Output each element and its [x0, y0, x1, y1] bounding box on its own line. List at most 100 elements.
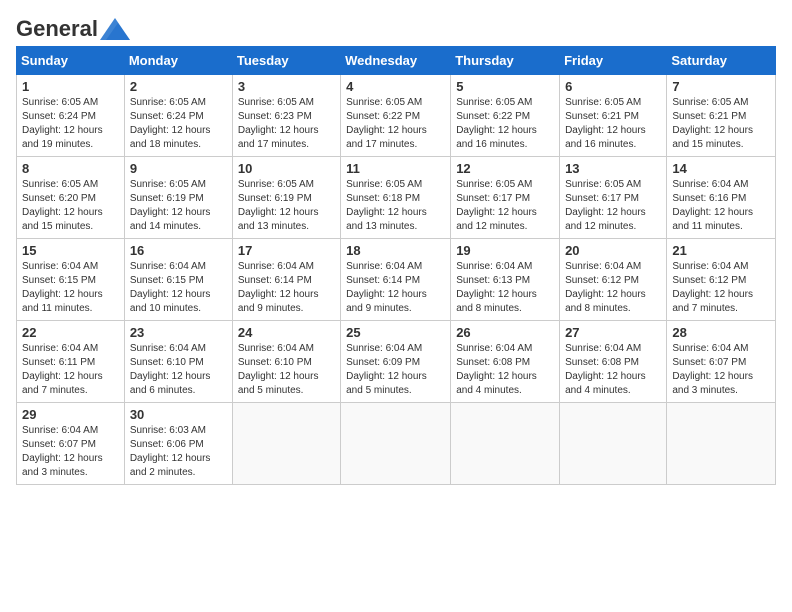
calendar-cell: 4 Sunrise: 6:05 AMSunset: 6:22 PMDayligh… — [341, 75, 451, 157]
day-number: 16 — [130, 243, 227, 258]
day-info: Sunrise: 6:04 AMSunset: 6:10 PMDaylight:… — [130, 343, 211, 396]
day-info: Sunrise: 6:04 AMSunset: 6:08 PMDaylight:… — [565, 343, 646, 396]
day-number: 2 — [130, 79, 227, 94]
day-number: 19 — [456, 243, 554, 258]
calendar-cell: 6 Sunrise: 6:05 AMSunset: 6:21 PMDayligh… — [560, 75, 667, 157]
day-number: 21 — [672, 243, 770, 258]
day-info: Sunrise: 6:05 AMSunset: 6:21 PMDaylight:… — [672, 97, 753, 150]
day-number: 28 — [672, 325, 770, 340]
day-number: 24 — [238, 325, 335, 340]
weekday-header: Tuesday — [232, 47, 340, 75]
day-number: 22 — [22, 325, 119, 340]
day-info: Sunrise: 6:05 AMSunset: 6:24 PMDaylight:… — [22, 97, 103, 150]
weekday-header: Friday — [560, 47, 667, 75]
day-info: Sunrise: 6:03 AMSunset: 6:06 PMDaylight:… — [130, 425, 211, 478]
day-number: 11 — [346, 161, 445, 176]
calendar-header: SundayMondayTuesdayWednesdayThursdayFrid… — [17, 47, 776, 75]
weekday-header: Monday — [124, 47, 232, 75]
day-number: 25 — [346, 325, 445, 340]
day-info: Sunrise: 6:04 AMSunset: 6:13 PMDaylight:… — [456, 261, 537, 314]
day-info: Sunrise: 6:04 AMSunset: 6:11 PMDaylight:… — [22, 343, 103, 396]
day-info: Sunrise: 6:05 AMSunset: 6:23 PMDaylight:… — [238, 97, 319, 150]
day-info: Sunrise: 6:04 AMSunset: 6:15 PMDaylight:… — [130, 261, 211, 314]
calendar-cell: 2 Sunrise: 6:05 AMSunset: 6:24 PMDayligh… — [124, 75, 232, 157]
calendar-cell: 11 Sunrise: 6:05 AMSunset: 6:18 PMDaylig… — [341, 157, 451, 239]
day-info: Sunrise: 6:05 AMSunset: 6:19 PMDaylight:… — [130, 179, 211, 232]
day-number: 7 — [672, 79, 770, 94]
calendar-cell — [341, 403, 451, 485]
logo-general: General — [16, 16, 98, 42]
day-number: 18 — [346, 243, 445, 258]
calendar-cell: 21 Sunrise: 6:04 AMSunset: 6:12 PMDaylig… — [667, 239, 776, 321]
day-number: 17 — [238, 243, 335, 258]
day-number: 29 — [22, 407, 119, 422]
calendar-cell: 28 Sunrise: 6:04 AMSunset: 6:07 PMDaylig… — [667, 321, 776, 403]
day-number: 12 — [456, 161, 554, 176]
day-info: Sunrise: 6:05 AMSunset: 6:24 PMDaylight:… — [130, 97, 211, 150]
calendar-cell — [451, 403, 560, 485]
calendar-cell: 27 Sunrise: 6:04 AMSunset: 6:08 PMDaylig… — [560, 321, 667, 403]
day-number: 4 — [346, 79, 445, 94]
day-number: 20 — [565, 243, 661, 258]
calendar-cell — [560, 403, 667, 485]
day-info: Sunrise: 6:04 AMSunset: 6:15 PMDaylight:… — [22, 261, 103, 314]
calendar-cell: 24 Sunrise: 6:04 AMSunset: 6:10 PMDaylig… — [232, 321, 340, 403]
calendar-cell: 10 Sunrise: 6:05 AMSunset: 6:19 PMDaylig… — [232, 157, 340, 239]
calendar-cell: 3 Sunrise: 6:05 AMSunset: 6:23 PMDayligh… — [232, 75, 340, 157]
logo-icon — [100, 18, 130, 40]
day-info: Sunrise: 6:05 AMSunset: 6:18 PMDaylight:… — [346, 179, 427, 232]
calendar-cell: 25 Sunrise: 6:04 AMSunset: 6:09 PMDaylig… — [341, 321, 451, 403]
day-info: Sunrise: 6:05 AMSunset: 6:21 PMDaylight:… — [565, 97, 646, 150]
day-number: 1 — [22, 79, 119, 94]
day-number: 26 — [456, 325, 554, 340]
day-number: 5 — [456, 79, 554, 94]
day-info: Sunrise: 6:04 AMSunset: 6:08 PMDaylight:… — [456, 343, 537, 396]
calendar-cell: 20 Sunrise: 6:04 AMSunset: 6:12 PMDaylig… — [560, 239, 667, 321]
weekday-header: Wednesday — [341, 47, 451, 75]
day-info: Sunrise: 6:04 AMSunset: 6:12 PMDaylight:… — [565, 261, 646, 314]
day-info: Sunrise: 6:04 AMSunset: 6:09 PMDaylight:… — [346, 343, 427, 396]
calendar-cell — [232, 403, 340, 485]
day-number: 13 — [565, 161, 661, 176]
calendar-cell: 13 Sunrise: 6:05 AMSunset: 6:17 PMDaylig… — [560, 157, 667, 239]
calendar-cell: 1 Sunrise: 6:05 AMSunset: 6:24 PMDayligh… — [17, 75, 125, 157]
calendar-cell: 16 Sunrise: 6:04 AMSunset: 6:15 PMDaylig… — [124, 239, 232, 321]
day-info: Sunrise: 6:05 AMSunset: 6:20 PMDaylight:… — [22, 179, 103, 232]
calendar-cell: 5 Sunrise: 6:05 AMSunset: 6:22 PMDayligh… — [451, 75, 560, 157]
calendar-cell: 14 Sunrise: 6:04 AMSunset: 6:16 PMDaylig… — [667, 157, 776, 239]
day-number: 10 — [238, 161, 335, 176]
day-number: 23 — [130, 325, 227, 340]
calendar-cell: 29 Sunrise: 6:04 AMSunset: 6:07 PMDaylig… — [17, 403, 125, 485]
calendar-cell: 9 Sunrise: 6:05 AMSunset: 6:19 PMDayligh… — [124, 157, 232, 239]
weekday-header: Sunday — [17, 47, 125, 75]
day-number: 27 — [565, 325, 661, 340]
calendar-cell: 26 Sunrise: 6:04 AMSunset: 6:08 PMDaylig… — [451, 321, 560, 403]
logo: General — [16, 16, 130, 38]
day-info: Sunrise: 6:05 AMSunset: 6:19 PMDaylight:… — [238, 179, 319, 232]
calendar-cell: 7 Sunrise: 6:05 AMSunset: 6:21 PMDayligh… — [667, 75, 776, 157]
day-info: Sunrise: 6:04 AMSunset: 6:16 PMDaylight:… — [672, 179, 753, 232]
page-header: General — [16, 16, 776, 38]
calendar-cell — [667, 403, 776, 485]
weekday-header: Saturday — [667, 47, 776, 75]
day-number: 15 — [22, 243, 119, 258]
day-number: 9 — [130, 161, 227, 176]
day-info: Sunrise: 6:04 AMSunset: 6:07 PMDaylight:… — [22, 425, 103, 478]
day-number: 14 — [672, 161, 770, 176]
day-info: Sunrise: 6:04 AMSunset: 6:14 PMDaylight:… — [346, 261, 427, 314]
calendar-cell: 8 Sunrise: 6:05 AMSunset: 6:20 PMDayligh… — [17, 157, 125, 239]
calendar-cell: 19 Sunrise: 6:04 AMSunset: 6:13 PMDaylig… — [451, 239, 560, 321]
weekday-header: Thursday — [451, 47, 560, 75]
day-info: Sunrise: 6:04 AMSunset: 6:12 PMDaylight:… — [672, 261, 753, 314]
day-number: 3 — [238, 79, 335, 94]
day-info: Sunrise: 6:04 AMSunset: 6:07 PMDaylight:… — [672, 343, 753, 396]
calendar-cell: 12 Sunrise: 6:05 AMSunset: 6:17 PMDaylig… — [451, 157, 560, 239]
calendar-cell: 22 Sunrise: 6:04 AMSunset: 6:11 PMDaylig… — [17, 321, 125, 403]
day-number: 6 — [565, 79, 661, 94]
calendar-cell: 15 Sunrise: 6:04 AMSunset: 6:15 PMDaylig… — [17, 239, 125, 321]
day-number: 30 — [130, 407, 227, 422]
calendar-cell: 23 Sunrise: 6:04 AMSunset: 6:10 PMDaylig… — [124, 321, 232, 403]
day-info: Sunrise: 6:05 AMSunset: 6:17 PMDaylight:… — [565, 179, 646, 232]
calendar-table: SundayMondayTuesdayWednesdayThursdayFrid… — [16, 46, 776, 485]
day-info: Sunrise: 6:04 AMSunset: 6:14 PMDaylight:… — [238, 261, 319, 314]
